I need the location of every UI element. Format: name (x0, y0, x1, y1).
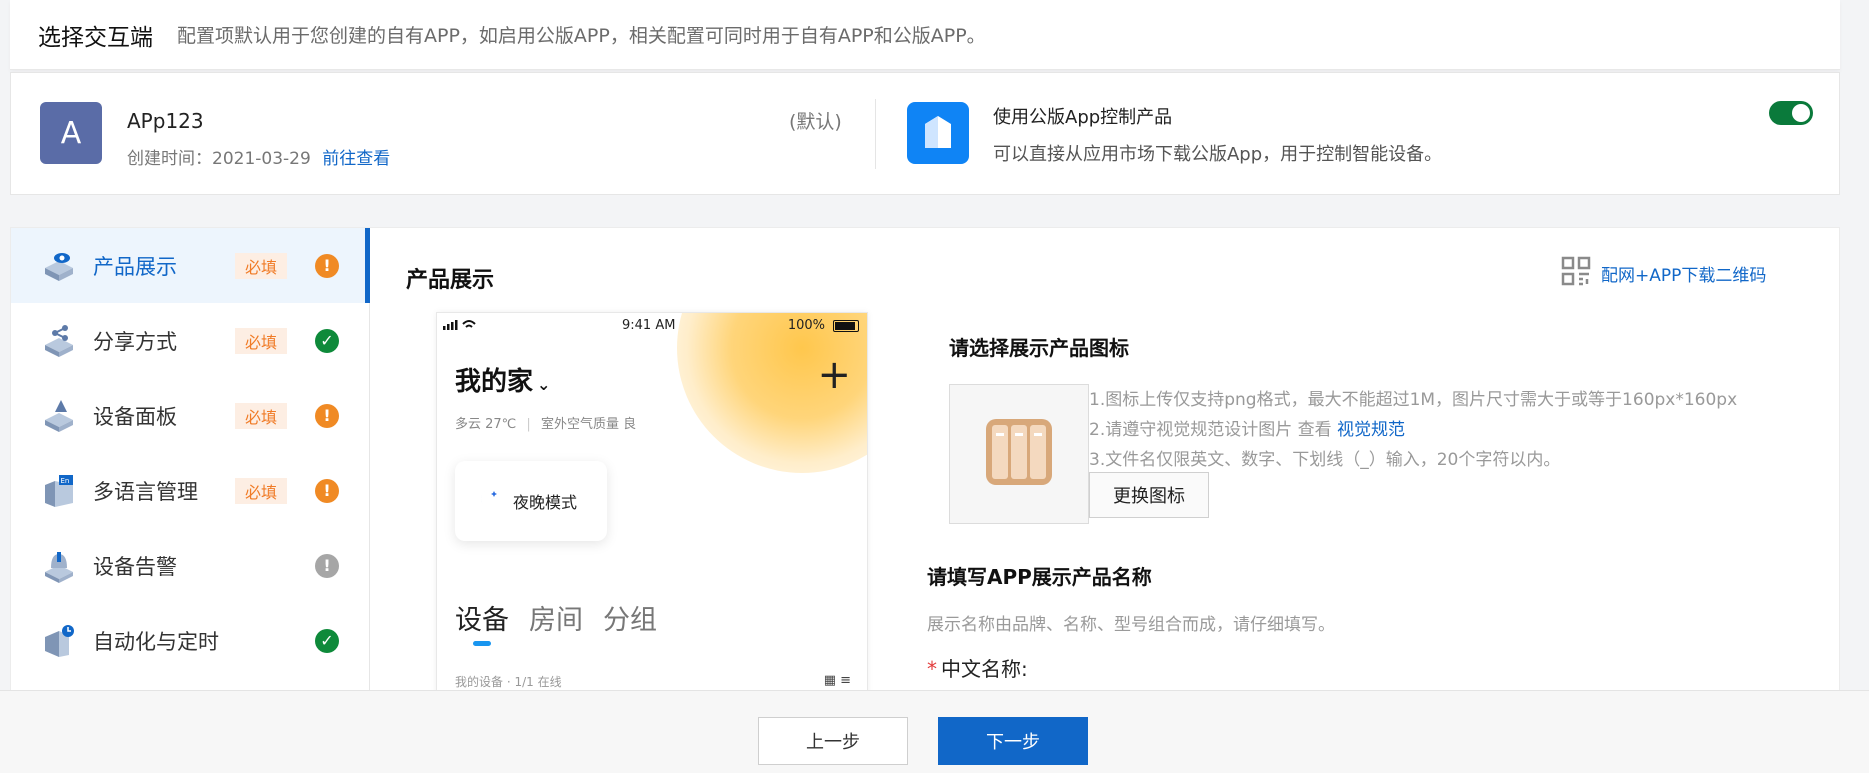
product-icon-preview (949, 384, 1089, 524)
footer-bar: 上一步 下一步 (0, 690, 1869, 773)
qr-code-download-link[interactable]: 配网+APP下载二维码 (1561, 256, 1766, 290)
language-icon: En (39, 471, 79, 511)
my-devices-label: 我的设备 · 1/1 在线 (455, 675, 562, 689)
warning-status-icon: ! (315, 253, 339, 278)
svg-text:En: En (61, 477, 70, 485)
visual-guideline-link[interactable]: 视觉规范 (1337, 420, 1405, 440)
sidebar-item-label: 分享方式 (93, 329, 177, 354)
check-status-icon: ✓ (315, 328, 339, 353)
phone-home-name: 我的家 (455, 367, 534, 397)
divider (875, 99, 876, 169)
phone-battery: 100% (787, 318, 825, 333)
previous-step-button[interactable]: 上一步 (758, 717, 908, 765)
qr-code-icon (1561, 256, 1591, 290)
device-panel-icon (39, 396, 79, 436)
sidebar-item-product-display[interactable]: 产品展示 必填 ! (11, 228, 370, 303)
active-tab-indicator (473, 641, 491, 646)
app-name: APp123 (127, 109, 204, 133)
air-quality: 室外空气质量 良 (540, 417, 637, 432)
view-app-link[interactable]: 前往查看 (322, 149, 390, 169)
sidebar-item-alarm[interactable]: 设备告警 ! (11, 528, 369, 603)
view-toggle-icon: ▦ ≡ (823, 673, 851, 688)
scene-card: 夜晚模式 (455, 461, 607, 541)
sidebar-item-language[interactable]: En 多语言管理 必填 ! (11, 453, 369, 528)
switch-panel-icon (982, 415, 1056, 493)
separator: | (526, 417, 531, 432)
phone-status-bar: 9:41 AM 100% (437, 313, 867, 337)
icon-rules: 1.图标上传仅支持png格式，最大不能超过1M，图片尺寸需大于或等于160px*… (1089, 385, 1737, 475)
battery-icon (833, 320, 859, 332)
sidebar-item-label: 多语言管理 (93, 479, 198, 504)
default-tag: (默认) (789, 111, 842, 133)
icon-rule-3: 3.文件名仅限英文、数字、下划线（_）输入，20个字符以内。 (1089, 450, 1561, 470)
icon-rule-2: 2.请遵守视觉规范设计图片 查看 视觉规范 (1089, 415, 1737, 445)
name-section-title: 请填写APP展示产品名称 (927, 565, 1152, 589)
page-description: 配置项默认用于您创建的自有APP，如启用公版APP，相关配置可同时用于自有APP… (177, 25, 986, 47)
tab-devices: 设备 (455, 605, 509, 636)
qr-code-link-label: 配网+APP下载二维码 (1601, 265, 1767, 286)
warning-status-icon: ! (315, 403, 339, 428)
phone-time: 9:41 AM (622, 318, 676, 333)
public-app-icon (907, 102, 969, 164)
share-icon (39, 321, 79, 361)
sidebar-item-label: 自动化与定时 (93, 629, 219, 654)
page-header: 选择交互端 配置项默认用于您创建的自有APP，如启用公版APP，相关配置可同时用… (10, 0, 1840, 70)
icon-rule-2-text: 2.请遵守视觉规范设计图片 查看 (1089, 420, 1332, 440)
required-mark: * (927, 657, 937, 681)
required-badge: 必填 (235, 477, 288, 504)
sidebar-item-label: 设备告警 (93, 554, 177, 579)
section-title: 产品展示 (406, 268, 495, 293)
app-meta: 创建时间：2021-03-29 前往查看 (127, 144, 390, 169)
alarm-icon (39, 546, 79, 586)
change-icon-button[interactable]: 更换图标 (1089, 472, 1209, 518)
check-status-icon: ✓ (315, 628, 339, 653)
chinese-name-label-text: 中文名称: (941, 657, 1028, 681)
app-avatar: A (40, 102, 102, 164)
chinese-name-label: * 中文名称: (927, 653, 1028, 682)
automation-icon (39, 621, 79, 661)
sidebar-item-device-panel[interactable]: 设备面板 必填 ! (11, 378, 369, 453)
signal-wifi-icon (443, 318, 479, 334)
public-app-description: 可以直接从应用市场下载公版App，用于控制智能设备。 (993, 144, 1443, 165)
weather-temp: 多云 27℃ (455, 417, 517, 432)
sidebar-item-automation[interactable]: 自动化与定时 ✓ (11, 603, 369, 678)
product-display-icon (39, 246, 79, 286)
phone-home-title: 我的家 ⌄ (455, 361, 550, 398)
sidebar-item-label: 产品展示 (93, 254, 177, 279)
app-selection-card: A APp123 创建时间：2021-03-29 前往查看 (默认) 使用公版A… (10, 72, 1840, 195)
next-step-button[interactable]: 下一步 (938, 717, 1088, 765)
sidebar-item-share[interactable]: 分享方式 必填 ✓ (11, 303, 369, 378)
phone-tabs: 设备 房间 分组 (455, 598, 657, 637)
warning-status-icon: ! (315, 478, 339, 503)
toggle-knob (1792, 104, 1810, 122)
page-title: 选择交互端 (38, 24, 153, 51)
required-badge: 必填 (235, 327, 288, 354)
public-app-title: 使用公版App控制产品 (993, 107, 1173, 128)
tab-rooms: 房间 (529, 605, 583, 636)
public-app-toggle[interactable] (1769, 101, 1813, 125)
tab-groups: 分组 (603, 605, 657, 636)
icon-rule-1: 1.图标上传仅支持png格式，最大不能超过1M，图片尺寸需大于或等于160px*… (1089, 390, 1738, 410)
add-icon: + (817, 352, 851, 398)
scene-label: 夜晚模式 (513, 493, 578, 512)
icon-section-title: 请选择展示产品图标 (949, 336, 1129, 360)
inactive-status-icon: ! (315, 553, 339, 578)
app-created-date: 创建时间：2021-03-29 (127, 149, 311, 169)
required-badge: 必填 (235, 252, 288, 279)
phone-weather: 多云 27℃ | 室外空气质量 良 (455, 413, 636, 432)
sidebar-item-label: 设备面板 (93, 404, 177, 429)
chevron-down-icon: ⌄ (537, 375, 551, 394)
name-section-description: 展示名称由品牌、名称、型号组合而成，请仔细填写。 (927, 615, 1335, 635)
required-badge: 必填 (235, 402, 288, 429)
moon-icon (477, 487, 501, 515)
